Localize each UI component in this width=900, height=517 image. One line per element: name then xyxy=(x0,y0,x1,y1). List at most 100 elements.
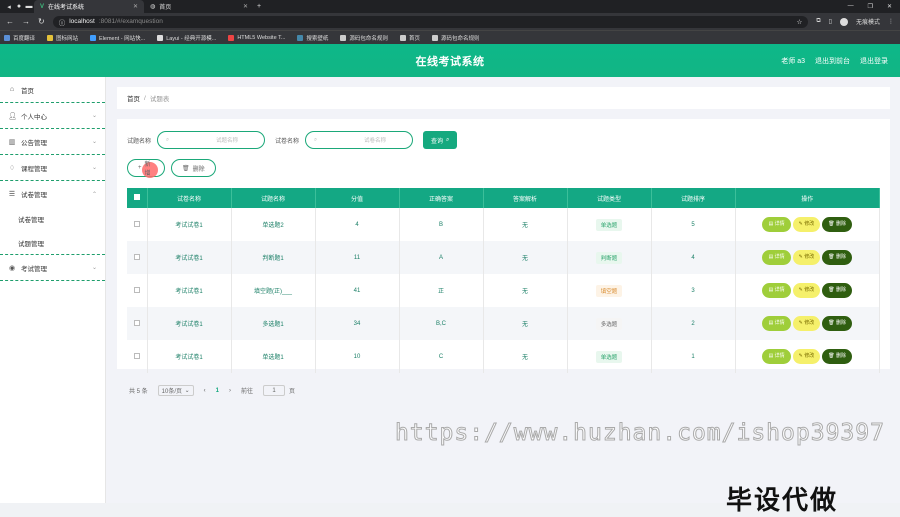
query-button[interactable]: 查询 ⌕ xyxy=(423,131,458,149)
delete-button[interactable]: 🗑︎ 删除 xyxy=(822,217,852,232)
bookmark-item[interactable]: Layui - 经典开源模... xyxy=(157,34,216,42)
sidebar-item-home[interactable]: ⌂ 首页 xyxy=(0,77,105,103)
bookmark-item[interactable]: HTML5 Website T... xyxy=(228,34,285,41)
menu-icon[interactable]: ⋮ xyxy=(888,18,894,25)
review-button[interactable]: ▤ 详情 xyxy=(762,316,791,331)
sidebar-item-personal[interactable]: 👤︎ 个人中心 ⌄ xyxy=(0,103,105,129)
sidebar-item-label: 课程管理 xyxy=(21,165,47,173)
sidebar-subitem-label: 试题管理 xyxy=(18,240,44,248)
bookmark-item[interactable]: Element - 网站快... xyxy=(90,34,145,42)
bookmark-item[interactable]: 搜索壁纸 xyxy=(297,34,328,42)
star-icon[interactable]: ☆ xyxy=(797,18,803,26)
bookmark-item[interactable]: 源码包命名规则 xyxy=(340,34,388,42)
delete-button[interactable]: 🗑︎ 删除 xyxy=(822,250,852,265)
sidebar-item-notice[interactable]: ▥ 公告管理 ⌄ xyxy=(0,129,105,155)
sidebar-icon[interactable]: ▯ xyxy=(829,18,832,25)
question-name-input[interactable]: ⌕ 试题名称 xyxy=(157,131,266,149)
bookmark-icon xyxy=(431,34,438,41)
profile-label[interactable]: 无痕模式 xyxy=(856,17,880,26)
close-tab-icon[interactable]: ✕ xyxy=(243,3,248,10)
row-checkbox[interactable] xyxy=(133,352,140,359)
header-actions: 老师 a3 退出到前台 退出登录 xyxy=(781,56,888,66)
question-table: 试卷名称 试题名称 分值 正确答案 答案解析 试题类型 试题排序 操作 考试试卷… xyxy=(127,188,880,373)
row-checkbox[interactable] xyxy=(133,253,140,260)
cell-type: 单选题 xyxy=(567,340,652,373)
prev-page-button[interactable]: ‹ xyxy=(204,388,206,394)
bookmark-item[interactable]: 源码包命名规则 xyxy=(431,34,479,42)
review-label: 详情 xyxy=(774,287,785,293)
logout-link[interactable]: 退出登录 xyxy=(860,56,888,66)
cell-paper: 考试试卷1 xyxy=(147,307,232,340)
cell-type: 填空题 xyxy=(567,274,652,307)
row-checkbox[interactable] xyxy=(133,319,140,326)
back-arrow-icon[interactable]: ◂ xyxy=(4,3,14,11)
batch-delete-button[interactable]: 🗑︎ 删除 xyxy=(171,159,216,177)
watermark-stamp: 毕设代做 xyxy=(726,485,839,515)
tab-switch-icon[interactable]: ▬ xyxy=(24,3,34,10)
delete-label: 删除 xyxy=(835,254,846,260)
bookmark-item[interactable]: 百度翻译 xyxy=(4,34,35,42)
close-tab-icon[interactable]: ✕ xyxy=(133,3,138,10)
add-button[interactable]: + 新增 xyxy=(127,159,165,178)
sidebar-subitem-question[interactable]: 试题管理 xyxy=(0,231,105,255)
tab-exam-system[interactable]: V 在线考试系统 ✕ xyxy=(34,0,144,13)
goto-page-input[interactable]: 1 xyxy=(263,385,286,396)
review-button[interactable]: ▤ 详情 xyxy=(762,250,791,265)
sidebar-item-paper[interactable]: ☰ 试卷管理 ⌃ xyxy=(0,181,105,207)
tab-home[interactable]: ◍ 首页 ✕ xyxy=(144,0,254,13)
review-button[interactable]: ▤ 详情 xyxy=(762,283,791,298)
review-label: 详情 xyxy=(774,254,785,260)
sidebar-item-exam[interactable]: ◉ 考试管理 ⌄ xyxy=(0,255,105,281)
new-tab-button[interactable]: + xyxy=(254,3,264,10)
bookmark-item[interactable]: 图标网站 xyxy=(47,34,78,42)
row-select-cell[interactable] xyxy=(127,274,148,307)
row-select-cell[interactable] xyxy=(127,241,148,274)
profile-avatar[interactable] xyxy=(839,17,848,26)
cell-paper: 考试试卷1 xyxy=(147,208,232,241)
tab-title: 首页 xyxy=(159,5,172,11)
breadcrumb-home[interactable]: 首页 xyxy=(127,93,140,103)
url-field[interactable]: ⓘ localhost:8081/#/examquestion ☆ xyxy=(52,15,809,28)
review-button[interactable]: ▤ 详情 xyxy=(762,217,791,232)
current-page[interactable]: 1 xyxy=(216,388,219,394)
back-icon[interactable]: ← xyxy=(6,17,14,26)
close-window-icon[interactable]: ✕ xyxy=(887,3,892,10)
bookmark-label: 源码包命名规则 xyxy=(349,35,388,42)
sidebar-item-course[interactable]: ♢ 课程管理 ⌄ xyxy=(0,155,105,181)
select-all-checkbox[interactable] xyxy=(133,194,140,200)
bookmark-item[interactable]: 首页 xyxy=(399,34,420,42)
review-label: 详情 xyxy=(774,221,785,227)
paper-name-input[interactable]: ⌕ 试卷名称 xyxy=(305,131,414,149)
bookmark-icon xyxy=(90,34,97,41)
delete-button[interactable]: 🗑︎ 删除 xyxy=(822,316,852,331)
sidebar-item-label: 首页 xyxy=(21,87,34,95)
select-all-header[interactable] xyxy=(127,188,148,208)
extension-icon[interactable]: ⧉ xyxy=(816,18,820,25)
bulb-icon: ♢ xyxy=(8,164,16,172)
maximize-icon[interactable]: ❐ xyxy=(868,3,873,10)
edit-button[interactable]: ✎ 修改 xyxy=(792,349,821,364)
delete-label: 删除 xyxy=(835,320,846,326)
bookmark-icon xyxy=(340,34,347,41)
back-to-front-link[interactable]: 退出到前台 xyxy=(815,56,850,66)
edit-button[interactable]: ✎ 修改 xyxy=(792,283,821,298)
row-checkbox[interactable] xyxy=(133,220,140,227)
row-checkbox[interactable] xyxy=(133,286,140,293)
delete-button[interactable]: 🗑︎ 删除 xyxy=(822,283,852,298)
row-select-cell[interactable] xyxy=(127,340,148,373)
review-button[interactable]: ▤ 详情 xyxy=(762,349,791,364)
next-page-button[interactable]: › xyxy=(229,388,231,394)
row-select-cell[interactable] xyxy=(127,208,148,241)
cell-answer: B xyxy=(399,208,484,241)
edit-button[interactable]: ✎ 修改 xyxy=(792,250,821,265)
reload-icon[interactable]: ↻ xyxy=(38,17,45,26)
tab-title: 在线考试系统 xyxy=(48,5,85,11)
forward-icon[interactable]: → xyxy=(22,17,30,26)
edit-button[interactable]: ✎ 修改 xyxy=(792,316,821,331)
edit-button[interactable]: ✎ 修改 xyxy=(792,217,821,232)
row-select-cell[interactable] xyxy=(127,307,148,340)
minimize-icon[interactable]: — xyxy=(848,3,854,10)
page-size-select[interactable]: 10条/页 ⌄ xyxy=(157,385,194,396)
delete-button[interactable]: 🗑︎ 删除 xyxy=(822,349,852,364)
sidebar-subitem-paper[interactable]: 试卷管理 xyxy=(0,207,105,231)
